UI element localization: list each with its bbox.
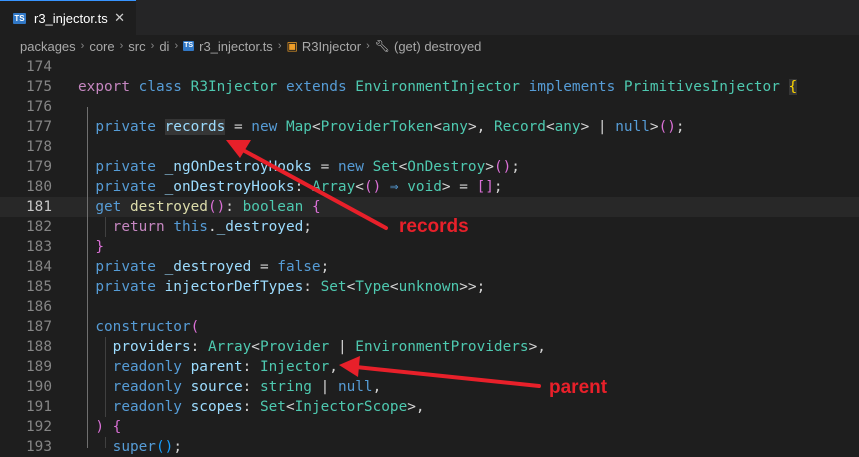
parent-arrow (339, 356, 541, 388)
parent-annotation: parent (549, 377, 608, 398)
records-annotation: records (399, 216, 469, 237)
records-arrow (226, 140, 388, 230)
